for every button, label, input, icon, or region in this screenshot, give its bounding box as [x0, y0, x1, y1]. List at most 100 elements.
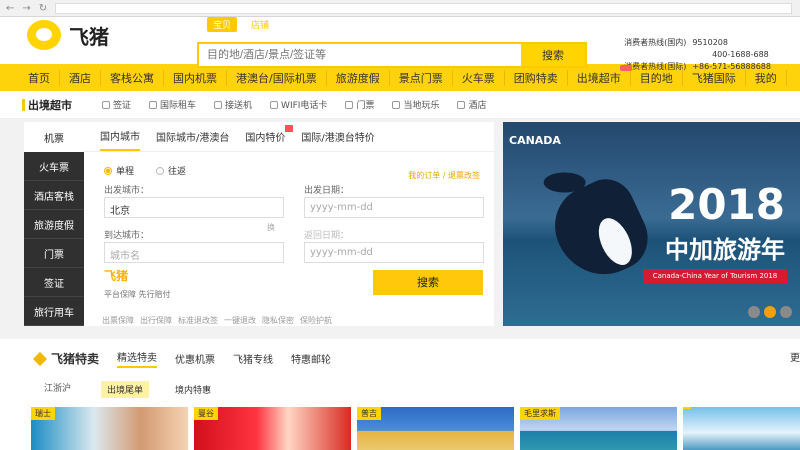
round-trip-option[interactable]: 往返	[156, 164, 186, 177]
deal-card[interactable]: 毛里求斯	[520, 407, 677, 450]
deal-card[interactable]: 曼谷	[194, 407, 351, 450]
pagination-dot[interactable]	[780, 306, 792, 318]
subnav-airport-transfer[interactable]: 接送机	[214, 98, 252, 111]
main-content: 机票 火车票 酒店客栈 旅游度假 门票 签证 旅行用车 国内城市 国际城市/港澳…	[0, 119, 800, 329]
canada-brand: CANADA	[509, 134, 561, 147]
deal-tab-lines[interactable]: 飞猪专线	[233, 351, 273, 366]
deal-tab-flights[interactable]: 优惠机票	[175, 351, 215, 366]
subnav-local-fun[interactable]: 当地玩乐	[392, 98, 439, 111]
subnav-car-rental[interactable]: 国际租车	[149, 98, 196, 111]
search-tab-item[interactable]: 宝贝	[207, 17, 238, 32]
return-date-label: 返回日期：	[304, 231, 350, 241]
search-tab-shop[interactable]: 店铺	[245, 17, 275, 32]
filter-outbound[interactable]: 出境尾单	[101, 381, 150, 398]
tag-icon	[32, 351, 48, 366]
pagination-dot-active[interactable]	[764, 306, 776, 318]
nav-group-buy[interactable]: 团购特卖	[505, 69, 568, 86]
nav-domestic-flight[interactable]: 国内机票	[164, 69, 227, 86]
guarantee-item: 标准退改签	[178, 316, 218, 325]
deals-header: 飞猪特卖 精选特卖 优惠机票 飞猪专线 特惠邮轮	[32, 349, 331, 368]
sidebar-hotel[interactable]: 酒店客栈	[24, 181, 84, 210]
site-logo[interactable]: 飞猪	[27, 20, 109, 50]
deal-filters: 出境尾单 境内特惠	[101, 381, 211, 398]
sidebar-car[interactable]: 旅行用车	[24, 297, 84, 326]
search-button[interactable]: 搜索	[521, 44, 585, 66]
visa-icon	[102, 100, 110, 109]
subnav-label: 接送机	[225, 101, 253, 111]
deal-card[interactable]: 普吉	[357, 407, 514, 450]
region-selector[interactable]: 江浙沪	[44, 381, 71, 394]
search-input[interactable]	[199, 44, 521, 66]
site-header: 飞猪 宝贝 店铺 搜索 消费者热线(国内) 9510208 400-1688-68…	[0, 17, 800, 71]
domestic-hotline-number: 9510208	[692, 38, 728, 47]
booking-widget: 机票 火车票 酒店客栈 旅游度假 门票 签证 旅行用车 国内城市 国际城市/港澳…	[24, 122, 494, 326]
nav-train[interactable]: 火车票	[453, 69, 505, 86]
subnav-tickets[interactable]: 门票	[345, 98, 374, 111]
booking-sidebar: 机票 火车票 酒店客栈 旅游度假 门票 签证 旅行用车	[24, 122, 84, 326]
guarantee-subtitle: 平台保障 先行赔付	[104, 290, 171, 299]
guarantee-item: 一键退改	[224, 316, 256, 325]
nav-outbound-market[interactable]: 出境超市	[568, 64, 632, 86]
flag-icon	[392, 100, 401, 109]
arrive-city-input[interactable]: 城市名	[104, 242, 284, 263]
return-date-input[interactable]: yyyy-mm-dd	[304, 242, 484, 263]
depart-city-label: 出发城市：	[104, 186, 150, 196]
tab-domestic-deals[interactable]: 国内特价	[245, 121, 294, 151]
subnav-wifi-sim[interactable]: WIFI电话卡	[270, 98, 327, 111]
sidebar-vacation[interactable]: 旅游度假	[24, 210, 84, 239]
deal-card-label: 曼谷	[194, 407, 218, 420]
tab-label: 国内特价	[245, 132, 286, 144]
subnav-hotel[interactable]: 酒店	[457, 98, 486, 111]
flight-search-panel: 国内城市 国际城市/港澳台 国内特价 国际/港澳台特价 单程 往返 我的订单 /…	[84, 122, 494, 326]
swap-cities-icon[interactable]: 换	[267, 222, 275, 233]
nav-international-flight[interactable]: 港澳台/国际机票	[227, 69, 327, 86]
depart-date-input[interactable]: yyyy-mm-dd	[304, 197, 484, 218]
sidebar-train[interactable]: 火车票	[24, 152, 84, 181]
deal-card-label: 普吉	[357, 407, 381, 420]
subnav-visa[interactable]: 签证	[102, 98, 131, 111]
deal-tab-featured[interactable]: 精选特卖	[117, 349, 158, 368]
deal-card[interactable]	[683, 407, 800, 450]
nav-home[interactable]: 首页	[28, 69, 60, 86]
guarantee-item: 保险护航	[300, 316, 332, 325]
deal-cards: 瑞士 曼谷 普吉 毛里求斯	[31, 407, 800, 450]
flight-search-button[interactable]: 搜索	[373, 270, 483, 295]
one-way-option[interactable]: 单程	[104, 164, 134, 177]
back-icon[interactable]: ←	[6, 3, 14, 14]
order-link[interactable]: 我的订单 / 退票改签	[408, 170, 480, 181]
sidebar-flight[interactable]: 机票	[24, 122, 84, 152]
one-way-label: 单程	[116, 167, 135, 177]
nav-tickets[interactable]: 景点门票	[390, 69, 453, 86]
promo-banner[interactable]: CANADA 2018 中加旅游年 Canada-China Year of T…	[503, 122, 800, 326]
forward-icon[interactable]: →	[22, 3, 30, 14]
subnav-label: WIFI电话卡	[281, 101, 328, 111]
nav-vacation[interactable]: 旅游度假	[327, 69, 390, 86]
nav-hotel[interactable]: 酒店	[60, 69, 101, 86]
subnav-label: 国际租车	[160, 101, 197, 111]
tab-international-city[interactable]: 国际城市/港澳台	[156, 121, 229, 151]
domestic-hotline-number-2: 400-1688-688	[712, 50, 769, 59]
deal-card[interactable]: 瑞士	[31, 407, 188, 450]
subnav-title: 出境超市	[22, 97, 84, 113]
hotel-icon	[457, 100, 466, 109]
sidebar-tickets[interactable]: 门票	[24, 239, 84, 268]
refresh-icon[interactable]: ↻	[39, 3, 47, 14]
filter-domestic[interactable]: 境内特惠	[175, 383, 211, 396]
more-link[interactable]: 更	[790, 349, 800, 364]
guarantee-item: 出行保障	[140, 316, 172, 325]
address-bar[interactable]	[55, 2, 792, 14]
banner-ribbon: Canada-China Year of Tourism 2018	[643, 269, 787, 283]
wifi-icon	[270, 100, 279, 109]
pig-logo-icon	[27, 20, 61, 50]
nav-inn[interactable]: 客栈公寓	[101, 69, 164, 86]
pagination-dot[interactable]	[748, 306, 760, 318]
tab-international-deals[interactable]: 国际/港澳台特价	[301, 121, 374, 151]
fliggy-guarantee-logo: 飞猪	[104, 269, 129, 283]
depart-city-input[interactable]: 北京	[104, 197, 284, 218]
sidebar-visa[interactable]: 签证	[24, 268, 84, 297]
deal-card-label	[683, 407, 691, 409]
deal-tab-cruise[interactable]: 特惠邮轮	[291, 351, 331, 366]
tab-domestic-city[interactable]: 国内城市	[100, 121, 140, 151]
deals-title: 飞猪特卖	[32, 350, 99, 367]
whale-image	[541, 170, 659, 290]
